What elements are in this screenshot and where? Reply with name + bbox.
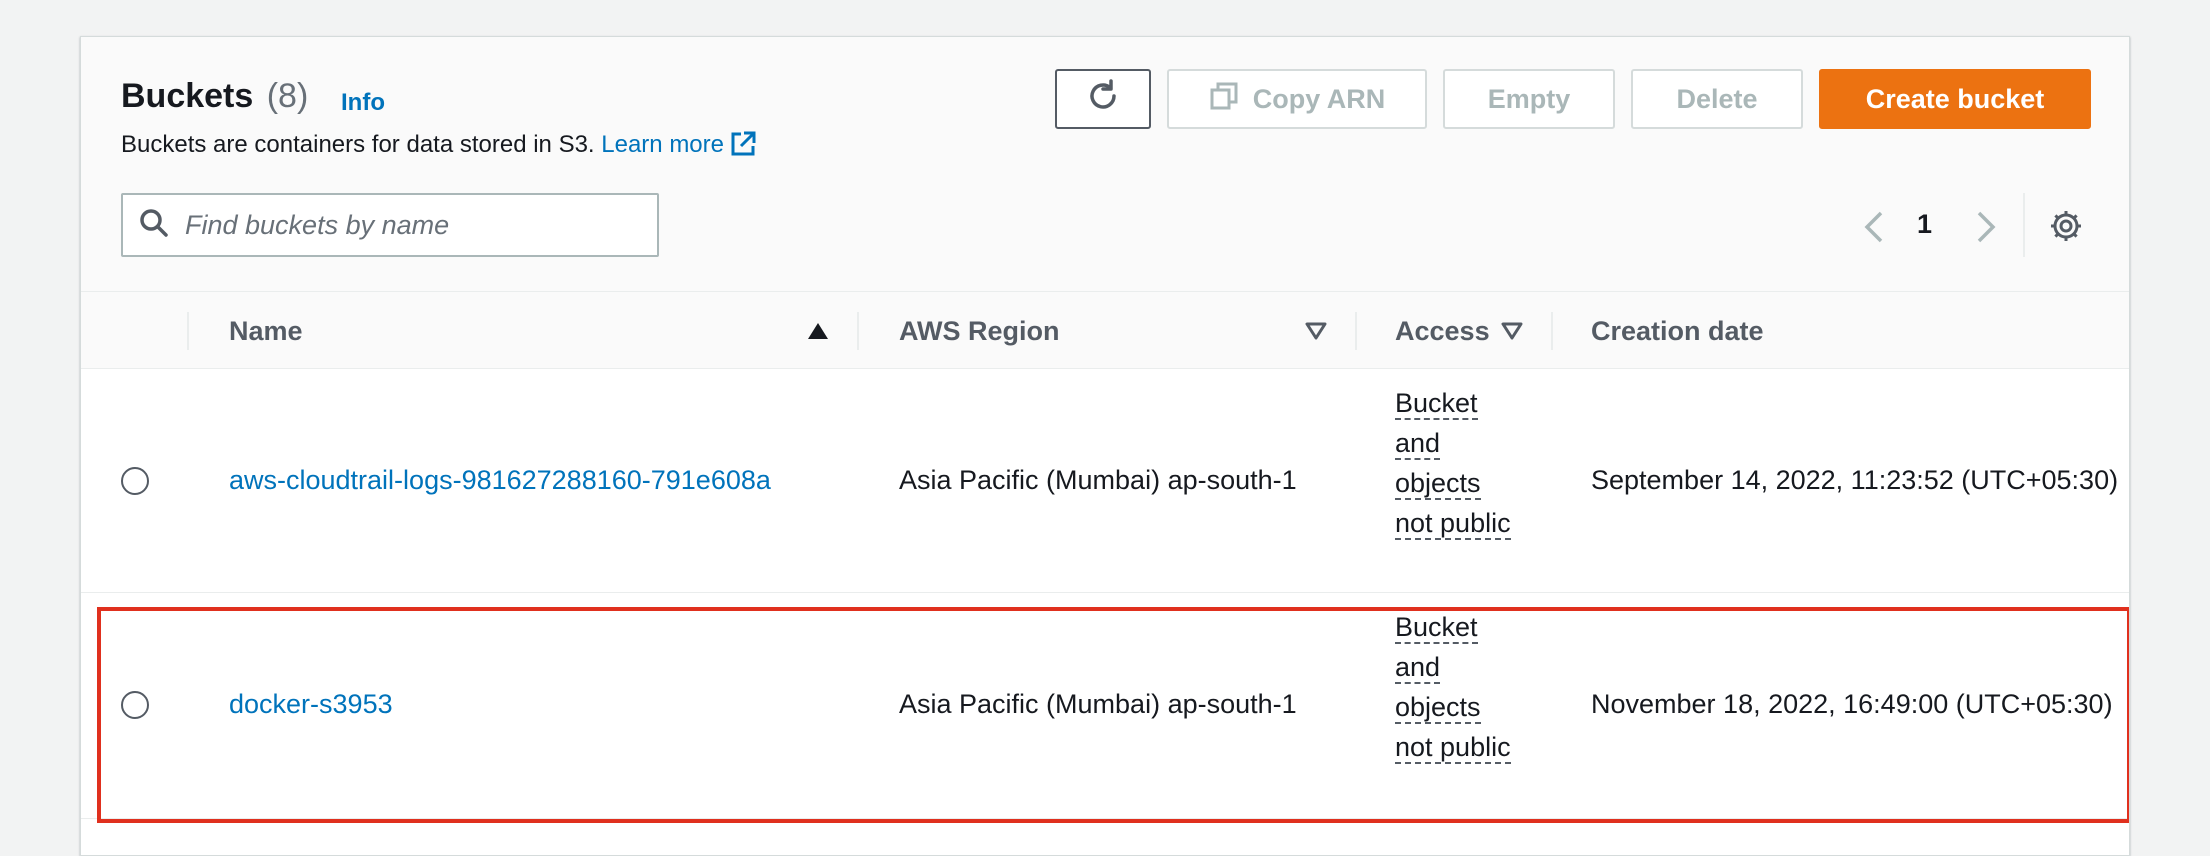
bucket-count: (8): [266, 77, 309, 115]
table-row[interactable]: aws-cloudtrail-logs-981627288160-791e608…: [81, 369, 2129, 593]
current-page[interactable]: 1: [1917, 209, 1932, 240]
external-link-icon: [730, 131, 756, 164]
search-input[interactable]: [183, 208, 623, 242]
copy-arn-button[interactable]: Copy ARN: [1167, 69, 1427, 129]
column-header-region[interactable]: AWS Region: [899, 292, 1060, 370]
bucket-name-link[interactable]: docker-s3953: [229, 689, 393, 720]
table-row[interactable]: docker-s3953 Asia Pacific (Mumbai) ap-so…: [81, 593, 2129, 819]
gear-icon[interactable]: [2049, 209, 2083, 248]
search-icon: [139, 208, 169, 243]
column-divider: [857, 312, 859, 350]
access-text[interactable]: Bucket and objects not public: [1395, 612, 1511, 764]
refresh-icon: [1085, 78, 1121, 121]
row-select-radio[interactable]: [121, 467, 149, 495]
bucket-access: Bucket and objects not public: [1395, 383, 1515, 543]
bucket-creation-date: November 18, 2022, 16:49:00 (UTC+05:30): [1591, 689, 2113, 719]
bucket-region: Asia Pacific (Mumbai) ap-south-1: [899, 689, 1297, 719]
column-divider: [1355, 312, 1357, 350]
row-select-radio[interactable]: [121, 691, 149, 719]
column-divider: [1551, 312, 1553, 350]
learn-more-link[interactable]: Learn more: [601, 131, 756, 158]
column-header-name[interactable]: Name: [229, 292, 303, 370]
delete-button[interactable]: Delete: [1631, 69, 1803, 129]
empty-button[interactable]: Empty: [1443, 69, 1615, 129]
bucket-region: Asia Pacific (Mumbai) ap-south-1: [899, 465, 1297, 495]
learn-more-label: Learn more: [601, 131, 724, 158]
panel-header: Buckets (8) Info Buckets are containers …: [81, 37, 2129, 291]
pager-divider: [2023, 193, 2025, 257]
search-box[interactable]: [121, 193, 659, 257]
create-bucket-button[interactable]: Create bucket: [1819, 69, 2091, 129]
refresh-button[interactable]: [1055, 69, 1151, 129]
sort-descending-icon[interactable]: [1501, 322, 1523, 345]
sort-descending-icon[interactable]: [1305, 322, 1327, 345]
chevron-right-icon[interactable]: [1973, 211, 1999, 248]
chevron-left-icon[interactable]: [1861, 211, 1887, 248]
title-text: Buckets: [121, 77, 254, 115]
copy-arn-label: Copy ARN: [1252, 83, 1386, 114]
access-text[interactable]: Bucket and objects not public: [1395, 388, 1511, 540]
column-header-creation-date[interactable]: Creation date: [1591, 292, 1764, 370]
bucket-access: Bucket and objects not public: [1395, 607, 1515, 767]
copy-icon: [1209, 81, 1253, 118]
info-link[interactable]: Info: [341, 89, 385, 117]
buckets-panel: Buckets (8) Info Buckets are containers …: [80, 36, 2130, 856]
sort-ascending-icon[interactable]: [807, 322, 829, 345]
table-header: Name AWS Region Access Creation date: [81, 291, 2129, 369]
description-text: Buckets are containers for data stored i…: [121, 131, 595, 158]
bucket-name-link[interactable]: aws-cloudtrail-logs-981627288160-791e608…: [229, 465, 771, 496]
bucket-creation-date: September 14, 2022, 11:23:52 (UTC+05:30): [1591, 465, 2119, 495]
column-divider: [187, 312, 189, 350]
page-title: Buckets (8): [121, 77, 308, 116]
column-header-access[interactable]: Access: [1395, 292, 1490, 370]
panel-description: Buckets are containers for data stored i…: [121, 131, 756, 164]
